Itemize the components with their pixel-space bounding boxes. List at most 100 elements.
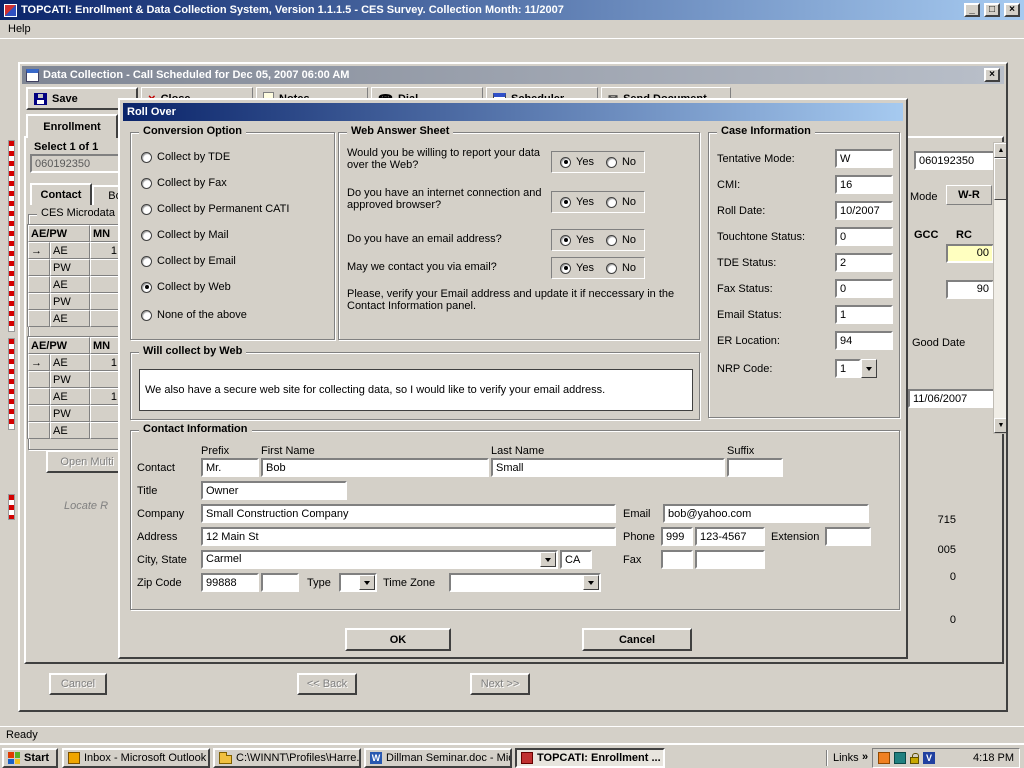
taskbar-item-explorer[interactable]: C:\WINNT\Profiles\Harre...	[213, 748, 361, 768]
touchtone-status-field[interactable]	[835, 227, 893, 246]
scroll-up-button[interactable]: ▲	[994, 143, 1008, 158]
grid-row[interactable]: AE	[28, 310, 120, 327]
last-name-field[interactable]	[491, 458, 725, 477]
scroll-thumb[interactable]	[994, 158, 1008, 200]
time-zone-label: Time Zone	[383, 577, 435, 589]
tde-status-field[interactable]	[835, 253, 893, 272]
maximize-button[interactable]: □	[984, 3, 1000, 17]
email-status-field[interactable]	[835, 305, 893, 324]
suffix-field[interactable]	[727, 458, 783, 477]
grid-cell-type: PW	[50, 293, 90, 310]
type-combo[interactable]	[339, 573, 377, 592]
email-field[interactable]	[663, 504, 869, 523]
ok-button[interactable]: OK	[345, 628, 451, 651]
title-field[interactable]	[201, 481, 347, 500]
taskbar-item-word[interactable]: W Dillman Seminar.doc - Mic...	[364, 748, 512, 768]
scroll-down-button[interactable]: ▼	[994, 418, 1008, 433]
phone-number-field[interactable]	[695, 527, 765, 546]
grid-row[interactable]: AE	[28, 422, 120, 439]
phone-area-field[interactable]	[661, 527, 693, 546]
rc-column-header: RC	[956, 229, 972, 241]
city-combo[interactable]: Carmel	[201, 550, 558, 569]
radio-collect-web[interactable]: Collect by Web	[141, 281, 231, 293]
gcc-value-cell[interactable]: 00	[946, 244, 994, 263]
fax-status-field[interactable]	[835, 279, 893, 298]
radio-yes[interactable]: Yes	[560, 262, 594, 274]
prefix-field[interactable]	[201, 458, 259, 477]
time-zone-dropdown-button[interactable]	[583, 575, 599, 590]
radio-collect-fax[interactable]: Collect by Fax	[141, 177, 227, 189]
fax-number-field[interactable]	[695, 550, 765, 569]
grid-row[interactable]: PW	[28, 371, 120, 388]
roll-over-dialog: Roll Over Conversion Option Collect by T…	[118, 98, 908, 659]
child-close-button[interactable]: ×	[984, 68, 1000, 82]
radio-collect-mail[interactable]: Collect by Mail	[141, 229, 229, 241]
cancel-button[interactable]: Cancel	[582, 628, 692, 651]
radio-yes[interactable]: Yes	[560, 196, 594, 208]
grid-row[interactable]: PW	[28, 259, 120, 276]
grid-cell-type: AE	[50, 276, 90, 293]
vertical-scrollbar[interactable]: ▲ ▼	[993, 142, 1008, 434]
roll-date-field[interactable]	[835, 201, 893, 220]
extension-field[interactable]	[825, 527, 871, 546]
radio-yes[interactable]: Yes	[560, 156, 594, 168]
radio-no[interactable]: No	[606, 196, 636, 208]
radio-no[interactable]: No	[606, 156, 636, 168]
close-button[interactable]: ×	[1004, 3, 1020, 17]
zip-code-field[interactable]	[201, 573, 259, 592]
tray-messenger-icon[interactable]	[878, 752, 890, 764]
grid-row[interactable]: PW	[28, 405, 120, 422]
tray-network-icon[interactable]	[894, 752, 906, 764]
row-selector-arrow: →	[28, 354, 50, 371]
nrp-dropdown-button[interactable]	[861, 359, 877, 378]
menu-help[interactable]: Help	[0, 23, 39, 35]
radio-icon	[560, 197, 571, 208]
radio-collect-email[interactable]: Collect by Email	[141, 255, 236, 267]
fax-area-field[interactable]	[661, 550, 693, 569]
case-id-field-right[interactable]	[914, 151, 1004, 170]
wizard-back-button[interactable]: << Back	[297, 673, 357, 695]
radio-yes[interactable]: Yes	[560, 234, 594, 246]
city-dropdown-button[interactable]	[540, 552, 556, 567]
grid-row[interactable]: → AE 1	[28, 242, 120, 259]
cmi-field[interactable]	[835, 175, 893, 194]
first-name-field[interactable]	[261, 458, 489, 477]
wizard-cancel-button[interactable]: Cancel	[49, 673, 107, 695]
tab-enrollment[interactable]: Enrollment	[26, 114, 118, 138]
tab-contact[interactable]: Contact	[30, 183, 92, 205]
links-chevron-icon[interactable]: »	[862, 751, 868, 763]
state-field[interactable]	[560, 550, 592, 569]
radio-collect-tde[interactable]: Collect by TDE	[141, 151, 230, 163]
tentative-mode-field[interactable]	[835, 149, 893, 168]
time-zone-combo[interactable]	[449, 573, 601, 592]
links-toolbar-label[interactable]: Links	[833, 752, 859, 764]
tray-lock-icon[interactable]	[910, 757, 919, 764]
case-id-field-left[interactable]	[30, 154, 122, 173]
good-date-field[interactable]	[908, 389, 996, 408]
address-field[interactable]	[201, 527, 616, 546]
zip-plus-field[interactable]	[261, 573, 299, 592]
minimize-button[interactable]: _	[964, 3, 980, 17]
er-location-field[interactable]	[835, 331, 893, 350]
company-field[interactable]	[201, 504, 616, 523]
taskbar-item-topcati[interactable]: TOPCATI: Enrollment ...	[515, 748, 665, 768]
zip-code-label: Zip Code	[137, 577, 182, 589]
radio-no[interactable]: No	[606, 262, 636, 274]
radio-collect-permanent-cati[interactable]: Collect by Permanent CATI	[141, 203, 289, 215]
grid-row[interactable]: AE 1	[28, 388, 120, 405]
clock[interactable]: 4:18 PM	[973, 752, 1014, 764]
taskbar-item-outlook[interactable]: Inbox - Microsoft Outlook	[62, 748, 210, 768]
radio-no[interactable]: No	[606, 234, 636, 246]
nrp-code-field[interactable]	[835, 359, 861, 378]
rc-value-cell[interactable]: 90	[946, 280, 994, 299]
grid-row[interactable]: → AE 1	[28, 354, 120, 371]
grid-row[interactable]: AE	[28, 276, 120, 293]
open-multi-button[interactable]: Open Multi	[46, 450, 128, 473]
select-count-label: Select 1 of 1	[34, 141, 98, 153]
tray-antivirus-icon[interactable]: V	[923, 752, 935, 764]
start-button[interactable]: Start	[2, 748, 58, 768]
grid-row[interactable]: PW	[28, 293, 120, 310]
type-dropdown-button[interactable]	[359, 575, 375, 590]
wizard-next-button[interactable]: Next >>	[470, 673, 530, 695]
radio-none-of-the-above[interactable]: None of the above	[141, 309, 247, 321]
